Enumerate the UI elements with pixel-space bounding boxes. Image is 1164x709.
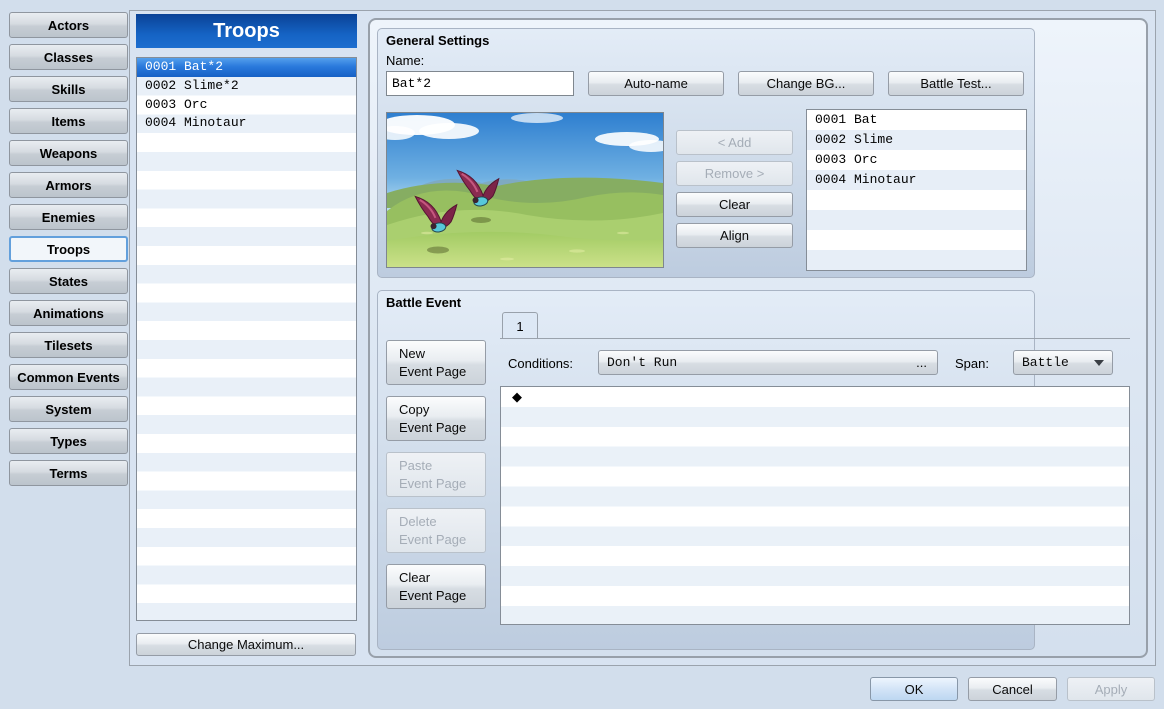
sidebar-tab-items[interactable]: Items <box>9 108 128 134</box>
troop-list-item[interactable]: 0003 Orc <box>137 96 356 115</box>
sidebar-tab-terms[interactable]: Terms <box>9 460 128 486</box>
sidebar-tab-weapons[interactable]: Weapons <box>9 140 128 166</box>
change-bg-button[interactable]: Change BG... <box>738 71 874 96</box>
button-label-line2: Event Page <box>399 419 467 435</box>
battle-preview[interactable] <box>386 112 664 268</box>
button-label-line1: Clear <box>399 569 431 585</box>
button-label-line1: Paste <box>399 457 433 473</box>
align-members-button[interactable]: Align <box>676 223 793 248</box>
sidebar-tab-common-events[interactable]: Common Events <box>9 364 128 390</box>
span-label: Span: <box>955 356 989 371</box>
event-command-row[interactable]: ◆ <box>501 387 1129 407</box>
name-label: Name: <box>386 53 425 68</box>
copy-event-page-button[interactable]: Copy Event Page <box>386 396 486 441</box>
ellipsis-icon: ... <box>916 355 927 370</box>
span-value: Battle <box>1022 355 1069 370</box>
button-label-line1: Delete <box>399 513 437 529</box>
conditions-field[interactable]: Don't Run ... <box>598 350 938 375</box>
button-label-line1: New <box>399 345 426 361</box>
sidebar-tab-armors[interactable]: Armors <box>9 172 128 198</box>
enemy-list-item[interactable]: 0003 Orc <box>807 150 1026 170</box>
enemy-list-item[interactable]: 0001 Bat <box>807 110 1026 130</box>
button-label-line2: Event Page <box>399 587 467 603</box>
clear-members-button[interactable]: Clear <box>676 192 793 217</box>
sidebar-tab-tilesets[interactable]: Tilesets <box>9 332 128 358</box>
sidebar-tab-classes[interactable]: Classes <box>9 44 128 70</box>
button-label-line1: Copy <box>399 401 430 417</box>
event-command-marker: ◆ <box>512 389 522 404</box>
sidebar-tab-troops[interactable]: Troops <box>9 236 128 262</box>
enemy-list[interactable]: 0001 Bat 0002 Slime 0003 Orc 0004 Minota… <box>806 109 1027 271</box>
paste-event-page-button: Paste Event Page <box>386 452 486 497</box>
name-input[interactable] <box>386 71 574 96</box>
troop-list-item[interactable]: 0004 Minotaur <box>137 114 356 133</box>
new-event-page-button[interactable]: New Event Page <box>386 340 486 385</box>
change-maximum-button[interactable]: Change Maximum... <box>136 633 356 656</box>
button-label-line2: Event Page <box>399 363 467 379</box>
remove-member-button: Remove > <box>676 161 793 186</box>
auto-name-button[interactable]: Auto-name <box>588 71 724 96</box>
dropdown-arrow-icon <box>1094 359 1104 366</box>
conditions-value: Don't Run <box>607 355 678 370</box>
apply-button: Apply <box>1067 677 1155 701</box>
button-label-line2: Event Page <box>399 531 467 547</box>
delete-event-page-button: Delete Event Page <box>386 508 486 553</box>
enemy-list-item[interactable]: 0004 Minotaur <box>807 170 1026 190</box>
sidebar-tab-skills[interactable]: Skills <box>9 76 128 102</box>
sidebar-tab-actors[interactable]: Actors <box>9 12 128 38</box>
ok-button[interactable]: OK <box>870 677 958 701</box>
add-member-button: < Add <box>676 130 793 155</box>
cancel-button[interactable]: Cancel <box>968 677 1057 701</box>
troop-list-item[interactable]: 0002 Slime*2 <box>137 77 356 96</box>
database-dialog: Actors Classes Skills Items Weapons Armo… <box>0 0 1164 709</box>
sidebar-tab-system[interactable]: System <box>9 396 128 422</box>
troops-panel-title: Troops <box>136 14 357 48</box>
tab-pane-border <box>500 338 1130 339</box>
clear-event-page-button[interactable]: Clear Event Page <box>386 564 486 609</box>
event-page-tab-1[interactable]: 1 <box>502 312 538 339</box>
sidebar-tab-enemies[interactable]: Enemies <box>9 204 128 230</box>
general-settings-title: General Settings <box>386 33 490 48</box>
sidebar-tab-types[interactable]: Types <box>9 428 128 454</box>
troop-list[interactable]: 0001 Bat*2 0002 Slime*2 0003 Orc 0004 Mi… <box>136 57 357 621</box>
sidebar-tab-states[interactable]: States <box>9 268 128 294</box>
enemy-list-item[interactable]: 0002 Slime <box>807 130 1026 150</box>
span-select[interactable]: Battle <box>1013 350 1113 375</box>
battle-background <box>387 113 663 267</box>
button-label-line2: Event Page <box>399 475 467 491</box>
sidebar-tab-animations[interactable]: Animations <box>9 300 128 326</box>
event-command-list[interactable]: ◆ <box>500 386 1130 625</box>
battle-test-button[interactable]: Battle Test... <box>888 71 1024 96</box>
battle-event-title: Battle Event <box>386 295 462 310</box>
conditions-label: Conditions: <box>508 356 574 371</box>
troop-list-item[interactable]: 0001 Bat*2 <box>137 58 356 77</box>
